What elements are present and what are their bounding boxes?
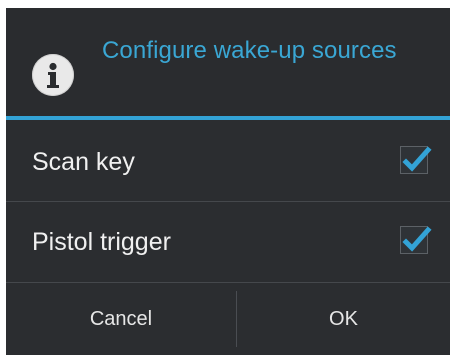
dialog-title-bar: Configure wake-up sources bbox=[6, 8, 450, 116]
row-divider bbox=[6, 201, 450, 202]
title-divider bbox=[6, 116, 450, 120]
option-scan-key[interactable]: Scan key bbox=[6, 134, 450, 192]
ok-button[interactable]: OK bbox=[237, 283, 450, 355]
dialog-button-bar: Cancel OK bbox=[6, 283, 450, 355]
pistol-trigger-checkbox[interactable] bbox=[400, 226, 432, 254]
checkmark-icon bbox=[402, 226, 432, 252]
screen: Configure wake-up sources Scan key Pisto… bbox=[0, 0, 453, 362]
dialog-title: Configure wake-up sources bbox=[102, 37, 397, 64]
option-label: Scan key bbox=[32, 148, 135, 176]
option-label: Pistol trigger bbox=[32, 228, 171, 256]
checkmark-icon bbox=[402, 146, 432, 172]
info-icon bbox=[32, 54, 74, 96]
wake-up-sources-dialog: Configure wake-up sources Scan key Pisto… bbox=[6, 8, 450, 355]
scan-key-checkbox[interactable] bbox=[400, 146, 432, 174]
option-pistol-trigger[interactable]: Pistol trigger bbox=[6, 214, 450, 272]
cancel-button[interactable]: Cancel bbox=[6, 283, 236, 355]
